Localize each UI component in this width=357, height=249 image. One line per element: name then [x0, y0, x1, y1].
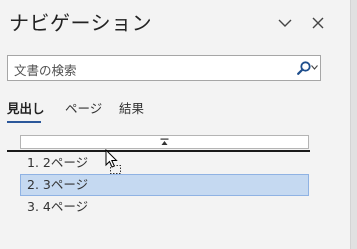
pane-resize-edge[interactable] — [350, 0, 357, 249]
collapse-all-icon — [160, 138, 169, 145]
heading-item-2-selected[interactable]: 2. 3ページ — [20, 174, 309, 196]
active-tab-indicator — [7, 121, 41, 123]
pane-options-button[interactable] — [276, 14, 294, 32]
collapse-all-button[interactable] — [20, 135, 309, 149]
search-options-chevron-icon[interactable] — [311, 65, 318, 70]
tab-pages[interactable]: ページ — [65, 100, 102, 118]
tab-headings[interactable]: 見出し — [7, 100, 45, 118]
search-icon[interactable] — [297, 61, 311, 75]
close-icon — [312, 17, 324, 29]
search-placeholder: 文書の検索 — [14, 63, 77, 78]
heading-item-1[interactable]: 1. 2ページ — [20, 152, 309, 174]
heading-item-3[interactable]: 3. 4ページ — [20, 196, 309, 218]
navigation-pane: ナビゲーション 文書の検索 見出し ページ 結果 1. 2ページ 2. 3ページ… — [0, 0, 350, 249]
chevron-down-icon — [278, 19, 292, 27]
search-input[interactable]: 文書の検索 — [7, 55, 321, 81]
close-button[interactable] — [309, 14, 327, 32]
tab-results[interactable]: 結果 — [119, 100, 144, 118]
pane-title: ナビゲーション — [9, 11, 153, 35]
